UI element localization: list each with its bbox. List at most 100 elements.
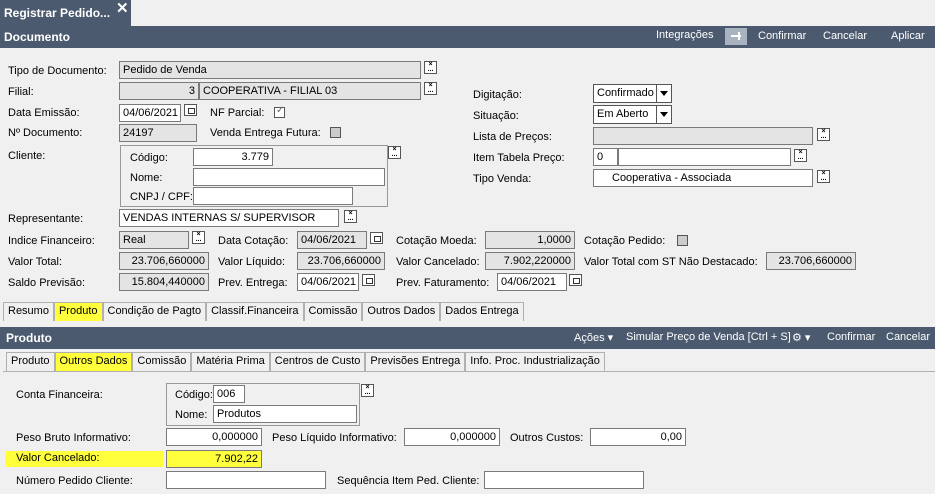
conta-financeira-label: Conta Financeira: <box>16 389 103 401</box>
calendar-icon[interactable] <box>362 274 375 286</box>
sub-tabs: Produto Outros Dados Comissão Matéria Pr… <box>6 352 605 371</box>
subtab-info-industrializacao[interactable]: Info. Proc. Industrialização <box>465 352 605 371</box>
tab-condicao-pagto[interactable]: Condição de Pagto <box>102 302 207 321</box>
chevron-down-icon[interactable] <box>656 106 671 123</box>
chevron-down-icon[interactable] <box>656 85 671 102</box>
clear-icon[interactable]: × ... <box>817 170 830 183</box>
valor-liquido-label: Valor Líquido: <box>218 256 286 268</box>
saldo-previsao-field[interactable]: 15.804,440000 <box>119 273 209 291</box>
cliente-panel: Código: 3.779 Nome: CNPJ / CPF: <box>120 145 388 207</box>
cliente-search-icon[interactable]: × ... <box>388 146 401 159</box>
tipo-venda-label: Tipo Venda: <box>473 173 532 185</box>
item-tabela-preco-label: Item Tabela Preço: <box>473 152 565 164</box>
tipo-venda-field[interactable]: Cooperativa - Associada <box>593 169 813 187</box>
valor-cancelado-item-field[interactable]: 7.902,22 <box>166 450 262 468</box>
lista-precos-field[interactable] <box>593 127 813 145</box>
venda-entrega-futura-checkbox[interactable] <box>330 127 341 138</box>
item-tabela-preco-field[interactable] <box>618 148 791 166</box>
integracoes-button[interactable]: Integrações <box>656 29 713 41</box>
clear-icon[interactable]: × ... <box>424 82 437 95</box>
valor-total-field[interactable]: 23.706,660000 <box>119 252 209 270</box>
valor-liquido-field[interactable]: 23.706,660000 <box>297 252 385 270</box>
item-tabela-preco-code[interactable]: 0 <box>593 148 618 166</box>
cliente-cnpj-field[interactable] <box>193 187 353 205</box>
calendar-icon[interactable] <box>569 274 582 286</box>
peso-liquido-field[interactable]: 0,000000 <box>404 428 500 446</box>
conta-codigo-field[interactable]: 006 <box>213 385 245 403</box>
cliente-cnpj-label: CNPJ / CPF: <box>130 191 193 203</box>
representante-field[interactable]: VENDAS INTERNAS S/ SUPERVISOR <box>119 209 339 227</box>
cancelar-button[interactable]: Cancelar <box>823 30 867 42</box>
cotacao-moeda-field[interactable]: 1,0000 <box>485 231 575 249</box>
data-cotacao-label: Data Cotação: <box>218 235 289 247</box>
calendar-icon[interactable] <box>184 104 197 116</box>
peso-bruto-field[interactable]: 0,000000 <box>166 428 262 446</box>
produto-toolbar: Produto Ações ▾ Simular Preço de Venda [… <box>0 327 935 349</box>
filial-name-field[interactable]: COOPERATIVA - FILIAL 03 <box>199 82 421 100</box>
data-emissao-field[interactable]: 04/06/2021 <box>119 104 181 122</box>
simular-preco-button[interactable]: Simular Preço de Venda [Ctrl + S] <box>626 331 791 343</box>
prev-entrega-label: Prev. Entrega: <box>218 277 288 289</box>
pin-icon[interactable] <box>725 28 747 45</box>
subtab-previsoes-entrega[interactable]: Previsões Entrega <box>365 352 466 371</box>
confirmar-button[interactable]: Confirmar <box>758 30 806 42</box>
prev-faturamento-field[interactable]: 04/06/2021 <box>497 273 567 291</box>
valor-total-label: Valor Total: <box>8 256 63 268</box>
clear-icon[interactable]: × ... <box>817 128 830 141</box>
valor-cancelado-field[interactable]: 7.902,220000 <box>485 252 575 270</box>
acoes-button[interactable]: Ações ▾ <box>574 331 613 344</box>
subtab-comissao[interactable]: Comissão <box>132 352 192 371</box>
tab-comissao[interactable]: Comissão <box>303 302 363 321</box>
conta-nome-field[interactable]: Produtos <box>213 405 357 423</box>
clear-icon[interactable]: × ... <box>344 210 357 223</box>
outros-custos-label: Outros Custos: <box>510 432 584 444</box>
cliente-nome-field[interactable] <box>193 168 385 186</box>
numero-pedido-cliente-field[interactable] <box>166 471 326 489</box>
subtab-centros-custo[interactable]: Centros de Custo <box>269 352 366 371</box>
n-documento-field[interactable]: 24197 <box>119 124 197 142</box>
sequencia-item-field[interactable] <box>484 471 644 489</box>
cliente-nome-label: Nome: <box>130 172 163 184</box>
conta-search-icon[interactable]: × ... <box>361 384 374 397</box>
top-strip <box>0 0 935 26</box>
cliente-codigo-field[interactable]: 3.779 <box>193 148 273 166</box>
clear-icon[interactable]: × ... <box>794 149 807 162</box>
tab-classif-financeira[interactable]: Classif.Financeira <box>206 302 304 321</box>
tab-produto[interactable]: Produto <box>53 302 103 321</box>
prev-entrega-field[interactable]: 04/06/2021 <box>297 273 359 291</box>
peso-liquido-label: Peso Líquido Informativo: <box>272 432 397 444</box>
nf-parcial-checkbox[interactable] <box>274 105 285 118</box>
prev-faturamento-label: Prev. Faturamento: <box>396 277 490 289</box>
tab-resumo[interactable]: Resumo <box>3 302 54 321</box>
subtab-outros-dados[interactable]: Outros Dados <box>54 352 133 371</box>
close-icon[interactable]: ✕ <box>116 0 129 17</box>
window-title: Registrar Pedido... <box>4 6 111 20</box>
document-title: Documento <box>4 30 70 44</box>
numero-pedido-cliente-label: Número Pedido Cliente: <box>16 475 133 487</box>
subtab-produto[interactable]: Produto <box>6 352 55 371</box>
aplicar-button[interactable]: Aplicar <box>891 30 925 42</box>
digitacao-select[interactable]: Confirmado <box>593 84 672 103</box>
tipo-documento-field[interactable]: Pedido de Venda <box>119 61 421 79</box>
tab-dados-entrega[interactable]: Dados Entrega <box>440 302 524 321</box>
produto-confirmar-button[interactable]: Confirmar <box>827 331 875 343</box>
cotacao-pedido-checkbox[interactable] <box>677 235 688 246</box>
outros-custos-field[interactable]: 0,00 <box>590 428 686 446</box>
data-cotacao-field[interactable]: 04/06/2021 <box>297 231 367 249</box>
clear-icon[interactable]: × ... <box>192 231 205 244</box>
produto-cancelar-button[interactable]: Cancelar <box>886 331 930 343</box>
document-toolbar: Documento Integrações Confirmar Cancelar… <box>0 26 935 48</box>
subtab-materia-prima[interactable]: Matéria Prima <box>191 352 270 371</box>
indice-financeiro-field[interactable]: Real <box>119 231 189 249</box>
indice-financeiro-label: Indice Financeiro: <box>8 235 95 247</box>
settings-icon[interactable]: ⚙ ▾ <box>792 331 810 344</box>
window-tab[interactable]: Registrar Pedido... ✕ <box>0 0 131 26</box>
calendar-icon[interactable] <box>370 232 383 244</box>
situacao-select[interactable]: Em Aberto <box>593 105 672 124</box>
tab-outros-dados[interactable]: Outros Dados <box>362 302 441 321</box>
filial-code-field[interactable]: 3 <box>119 82 199 100</box>
venda-entrega-futura-label: Venda Entrega Futura: <box>210 127 321 139</box>
clear-icon[interactable]: × ... <box>424 61 437 74</box>
conta-codigo-label: Código: <box>175 389 213 401</box>
valor-total-st-field[interactable]: 23.706,660000 <box>766 252 856 270</box>
